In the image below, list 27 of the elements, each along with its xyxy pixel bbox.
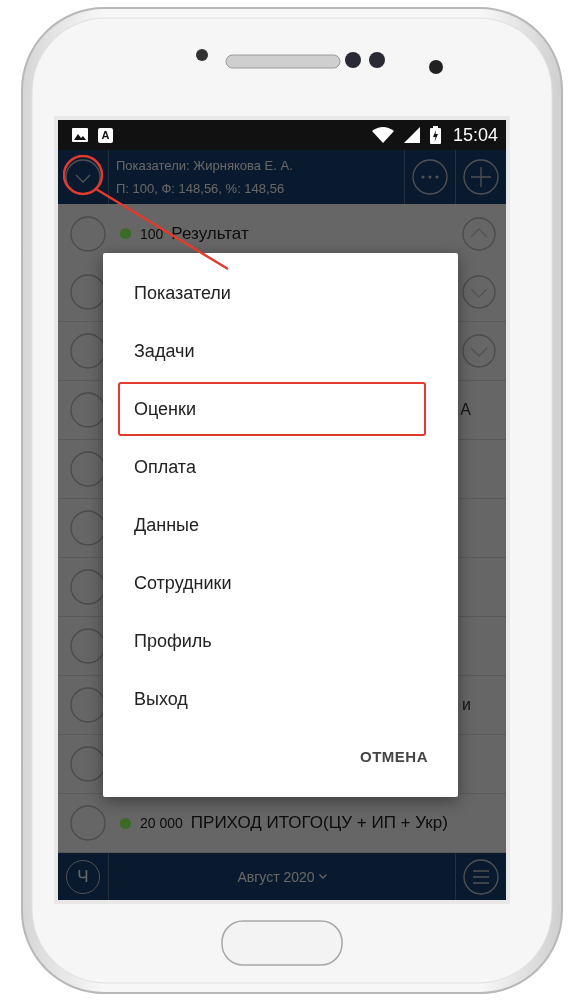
cancel-button[interactable]: ОТМЕНА (360, 744, 428, 769)
row-label: ПРИХОД ИТОГО(ЦУ + ИП + Укр) (190, 813, 448, 833)
header-subtitle: П: 100, Ф: 148,56, %: 148,56 (116, 181, 286, 196)
menu-item[interactable]: Сотрудники (118, 556, 426, 610)
clock-time: 15:04 (452, 124, 498, 146)
row-value: 20 000 (140, 815, 183, 831)
battery-icon (429, 126, 441, 144)
row-label: Результат (171, 223, 249, 244)
menu-item[interactable]: Выход (118, 672, 426, 726)
more-button[interactable] (412, 159, 448, 195)
row-label: А (460, 401, 471, 419)
caret-icon (318, 874, 327, 879)
signal-icon (403, 127, 420, 143)
row-label: и (462, 696, 471, 714)
image-icon (72, 128, 88, 142)
menu-item[interactable]: Профиль (118, 614, 426, 668)
menu-item[interactable]: Показатели (118, 266, 426, 320)
menu-item[interactable]: Оплата (118, 440, 426, 494)
menu-button[interactable] (463, 858, 499, 895)
add-button[interactable] (463, 159, 499, 195)
row-value: 100 (140, 225, 164, 242)
wifi-icon (371, 127, 394, 143)
menu-item[interactable]: Задачи (118, 324, 426, 378)
header-title: Показатели: Жирнякова Е. А. (116, 158, 294, 173)
notification-icon: A (98, 127, 113, 143)
menu-item[interactable]: Данные (118, 498, 426, 552)
menu-item[interactable]: Оценки (118, 382, 426, 436)
